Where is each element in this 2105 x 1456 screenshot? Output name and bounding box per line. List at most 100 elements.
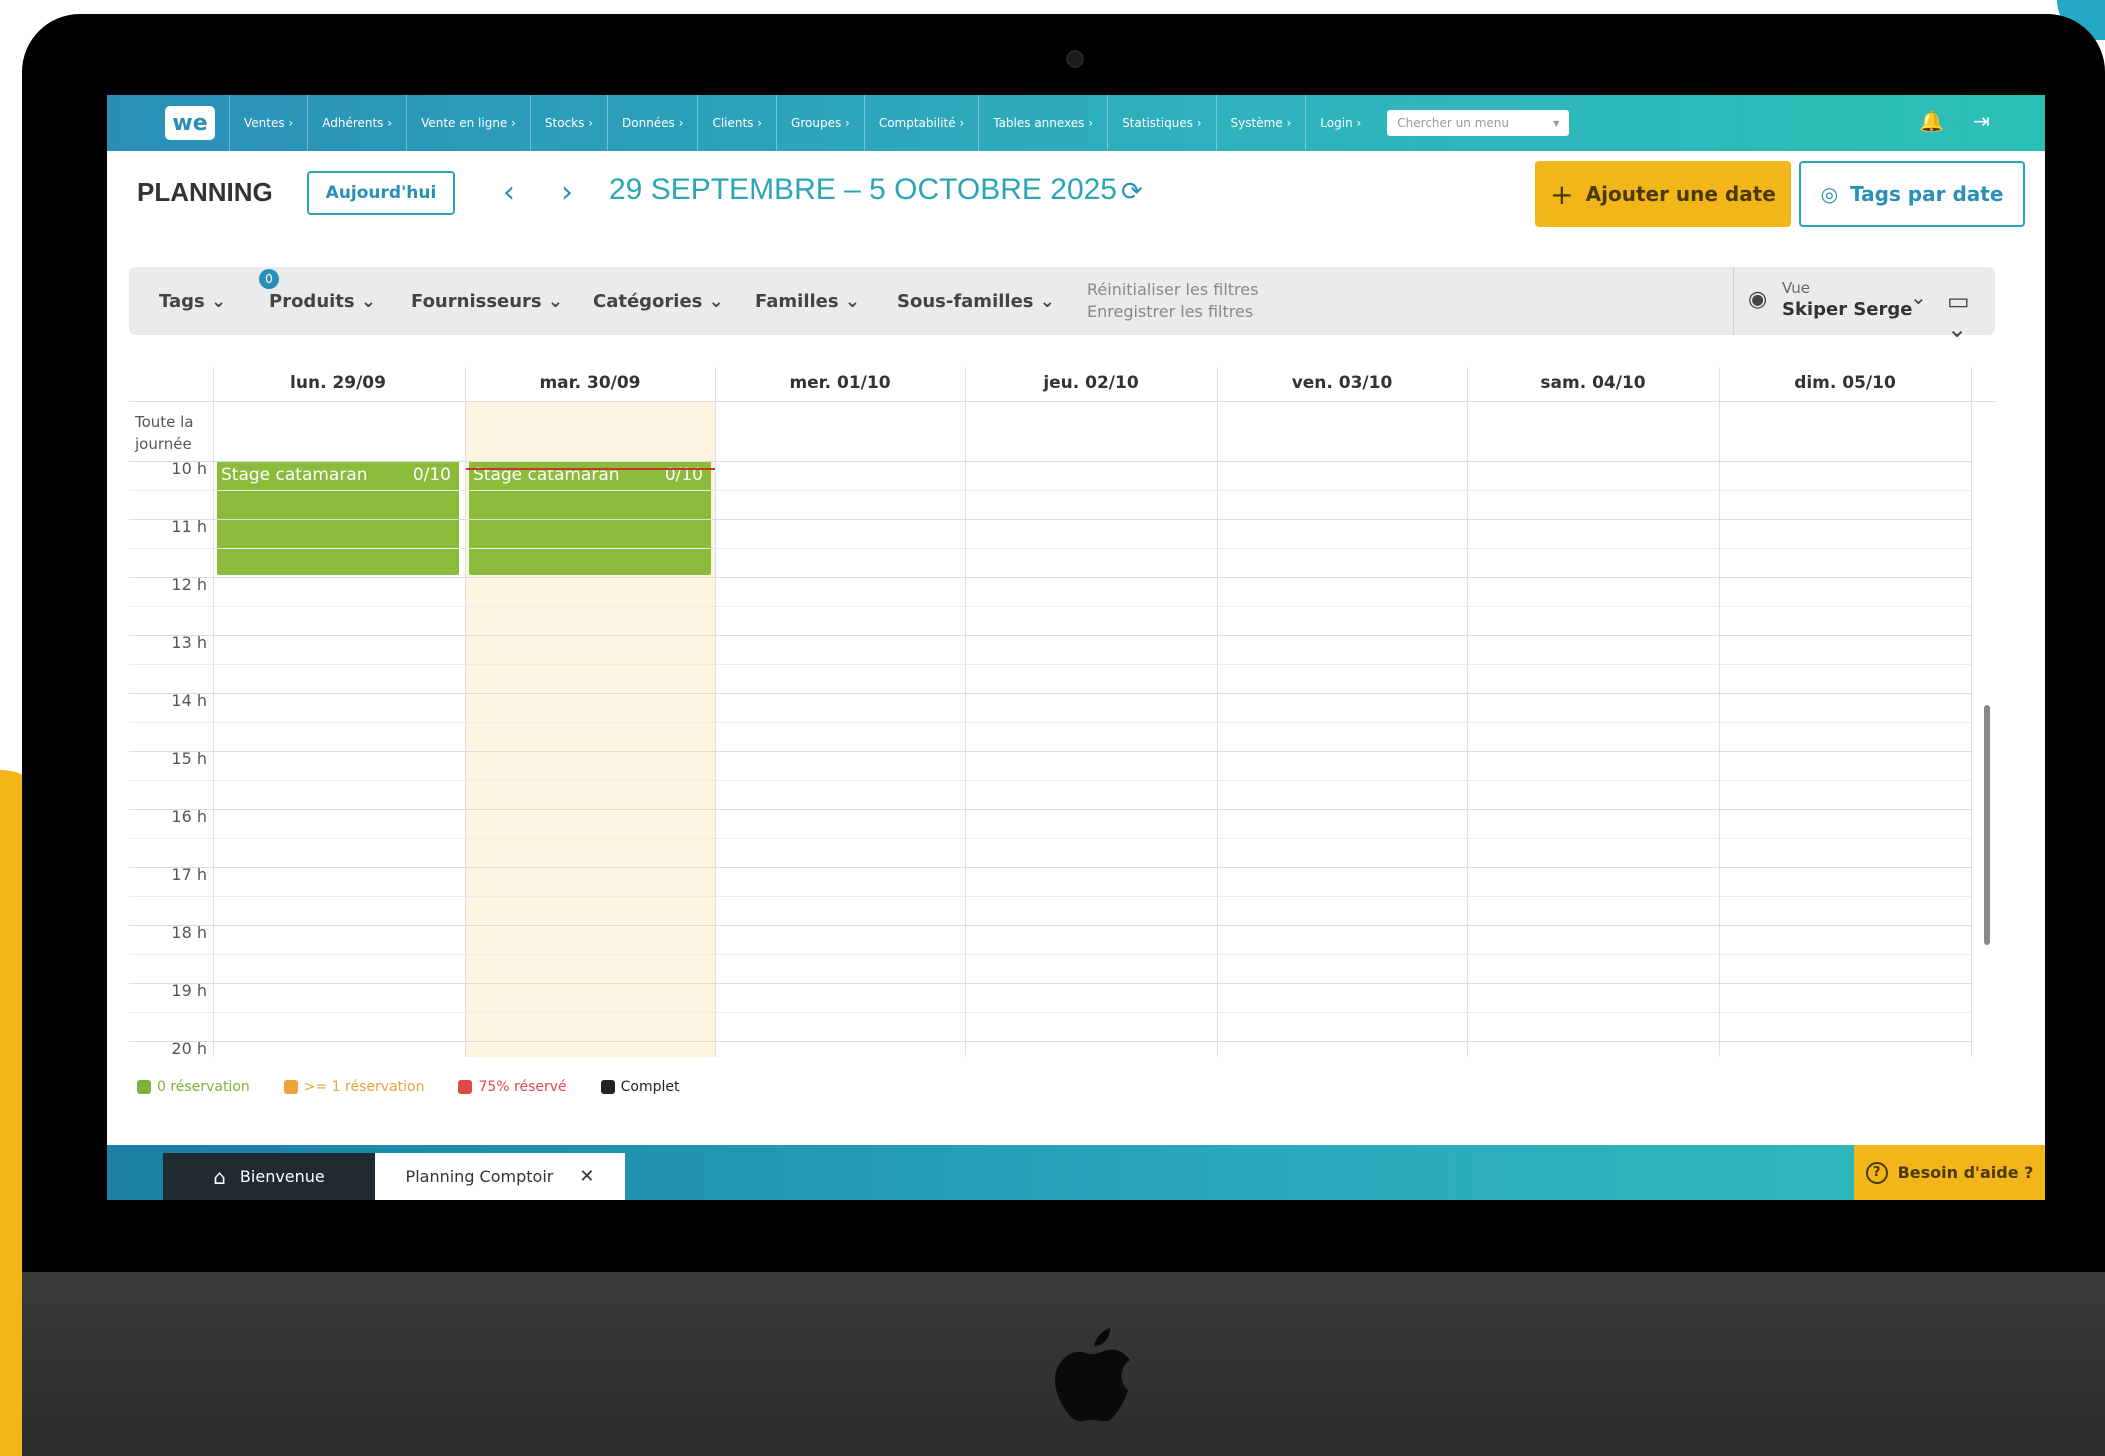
legend-label: >= 1 réservation: [303, 1079, 425, 1095]
close-icon[interactable]: ✕: [579, 1166, 594, 1187]
tab-label: Bienvenue: [239, 1167, 325, 1186]
hour-line: [129, 490, 1971, 491]
menu-search-placeholder: Chercher un menu: [1397, 116, 1509, 130]
nav-item-ventes[interactable]: Ventes ›: [229, 95, 307, 151]
help-button[interactable]: ? Besoin d'aide ?: [1854, 1145, 2045, 1200]
save-filters-link[interactable]: Enregistrer les filtres: [1087, 301, 1258, 323]
legend-swatch: [137, 1080, 151, 1094]
filter-sous-familles[interactable]: Sous-familles ⌄: [897, 291, 1055, 312]
hour-line: [129, 548, 1971, 549]
view-selector[interactable]: ◉ Vue Skiper Serge ⌄: [1733, 267, 1934, 335]
legend-label: 0 réservation: [157, 1079, 250, 1095]
all-day-label-line2: journée: [135, 435, 192, 453]
home-icon: ⌂: [213, 1164, 226, 1189]
planning-header: PLANNING Aujourd'hui ‹ › 29 SEPTEMBRE – …: [107, 151, 2045, 251]
refresh-icon[interactable]: ⟳: [1121, 177, 1143, 207]
menu-search-input[interactable]: Chercher un menu ▾: [1387, 110, 1570, 136]
hour-line: [129, 1041, 1971, 1042]
day-header: lun. 29/09: [290, 373, 386, 393]
legend-swatch: [458, 1080, 473, 1094]
chevron-left-icon[interactable]: ‹: [503, 175, 515, 210]
nav-item-login[interactable]: Login ›: [1305, 95, 1375, 151]
nav-item-donnees[interactable]: Données ›: [607, 95, 697, 151]
day-header: ven. 03/10: [1291, 373, 1393, 393]
legend: 0 réservation >= 1 réservation 75% réser…: [137, 1079, 680, 1095]
hour-line: [129, 1012, 1971, 1013]
tab-bienvenue[interactable]: ⌂ Bienvenue: [163, 1153, 375, 1200]
filter-produits[interactable]: Produits ⌄: [269, 291, 376, 312]
calendar-icon[interactable]: ▭ ⌄: [1947, 287, 1995, 343]
hour-line: [129, 664, 1971, 665]
scrollbar-thumb[interactable]: [1984, 705, 1990, 945]
hour-line: [129, 635, 1971, 636]
filter-bar: Tags ⌄ 0 Produits ⌄ Fournisseurs ⌄ Catég…: [129, 267, 1995, 343]
chevron-down-icon: ⌄: [1910, 285, 1927, 309]
view-label: Vue: [1782, 279, 1810, 297]
today-button[interactable]: Aujourd'hui: [307, 171, 455, 215]
page-title: PLANNING: [137, 177, 273, 207]
logout-icon[interactable]: ⇥: [1973, 109, 1990, 133]
event-stage-catamaran[interactable]: Stage catamaran 0/10: [469, 461, 711, 575]
nav-item-groupes[interactable]: Groupes ›: [776, 95, 864, 151]
nav-item-adherents[interactable]: Adhérents ›: [307, 95, 406, 151]
filter-actions: Réinitialiser les filtres Enregistrer le…: [1087, 279, 1258, 323]
help-icon: ?: [1865, 1161, 1888, 1184]
bottom-tab-bar: ⌂ Bienvenue Planning Comptoir ✕ ? Besoin…: [107, 1145, 2045, 1200]
day-header: mar. 30/09: [539, 373, 641, 393]
hour-line: [129, 693, 1971, 694]
tags-per-date-label: Tags par date: [1850, 182, 2004, 206]
tags-per-date-button[interactable]: ◎ Tags par date: [1799, 161, 2025, 227]
week-calendar: lun. 29/09 mar. 30/09 mer. 01/10 jeu. 02…: [129, 367, 1995, 1057]
nav-item-systeme[interactable]: Système ›: [1215, 95, 1306, 151]
legend-label: 75% réservé: [478, 1079, 567, 1095]
app-logo[interactable]: we: [165, 106, 215, 140]
filter-tags[interactable]: Tags ⌄: [159, 291, 226, 312]
chevron-right-icon[interactable]: ›: [561, 175, 573, 210]
all-day-label: Toute la journée: [135, 411, 194, 455]
plus-icon: +: [1550, 177, 1574, 211]
nav-item-comptabilite[interactable]: Comptabilité ›: [863, 95, 978, 151]
hour-line: [129, 519, 1971, 520]
filter-fournisseurs[interactable]: Fournisseurs ⌄: [411, 291, 563, 312]
filter-categories[interactable]: Catégories ⌄: [593, 291, 724, 312]
nav-item-vente-en-ligne[interactable]: Vente en ligne ›: [406, 95, 530, 151]
current-time-indicator: [465, 468, 715, 470]
calendar-scrollbar[interactable]: [1977, 367, 1995, 1057]
legend-item: >= 1 réservation: [283, 1079, 425, 1095]
column-divider: [1971, 367, 1972, 1057]
top-navigation: we Ventes › Adhérents › Vente en ligne ›…: [107, 95, 2045, 151]
nav-item-clients[interactable]: Clients ›: [697, 95, 776, 151]
camera: [1066, 50, 1084, 68]
tags-count-badge: 0: [259, 269, 279, 289]
event-stage-catamaran[interactable]: Stage catamaran 0/10: [217, 461, 459, 575]
tab-planning-comptoir[interactable]: Planning Comptoir ✕: [375, 1153, 625, 1200]
day-header: sam. 04/10: [1540, 373, 1646, 393]
hour-line: [129, 751, 1971, 752]
apple-logo-icon: [1054, 1328, 1130, 1422]
legend-item: 0 réservation: [137, 1079, 250, 1095]
day-header: mer. 01/10: [789, 373, 891, 393]
reset-filters-link[interactable]: Réinitialiser les filtres: [1087, 279, 1258, 301]
add-date-button[interactable]: + Ajouter une date: [1535, 161, 1791, 227]
eye-icon: ◉: [1748, 287, 1768, 312]
view-value: Skiper Serge: [1782, 299, 1913, 320]
hour-line: [129, 838, 1971, 839]
event-capacity: 0/10: [412, 465, 451, 485]
hour-line: [129, 577, 1971, 578]
nav-item-stocks[interactable]: Stocks ›: [529, 95, 607, 151]
all-day-label-line1: Toute la: [135, 413, 194, 431]
hour-line: [129, 954, 1971, 955]
filter-familles[interactable]: Familles ⌄: [755, 291, 860, 312]
hour-line: [129, 896, 1971, 897]
legend-label: Complet: [620, 1079, 680, 1095]
nav-item-tables-annexes[interactable]: Tables annexes ›: [978, 95, 1107, 151]
calendar-header: lun. 29/09 mar. 30/09 mer. 01/10 jeu. 02…: [129, 367, 1995, 402]
chevron-down-icon: ▾: [1553, 116, 1560, 130]
legend-swatch: [600, 1080, 615, 1094]
bell-icon[interactable]: 🔔: [1919, 109, 1944, 133]
day-header: dim. 05/10: [1794, 373, 1896, 393]
nav-menu: Ventes › Adhérents › Vente en ligne › St…: [229, 95, 1375, 151]
nav-item-statistiques[interactable]: Statistiques ›: [1107, 95, 1215, 151]
event-name: Stage catamaran: [221, 465, 368, 485]
day-header: jeu. 02/10: [1043, 373, 1139, 393]
